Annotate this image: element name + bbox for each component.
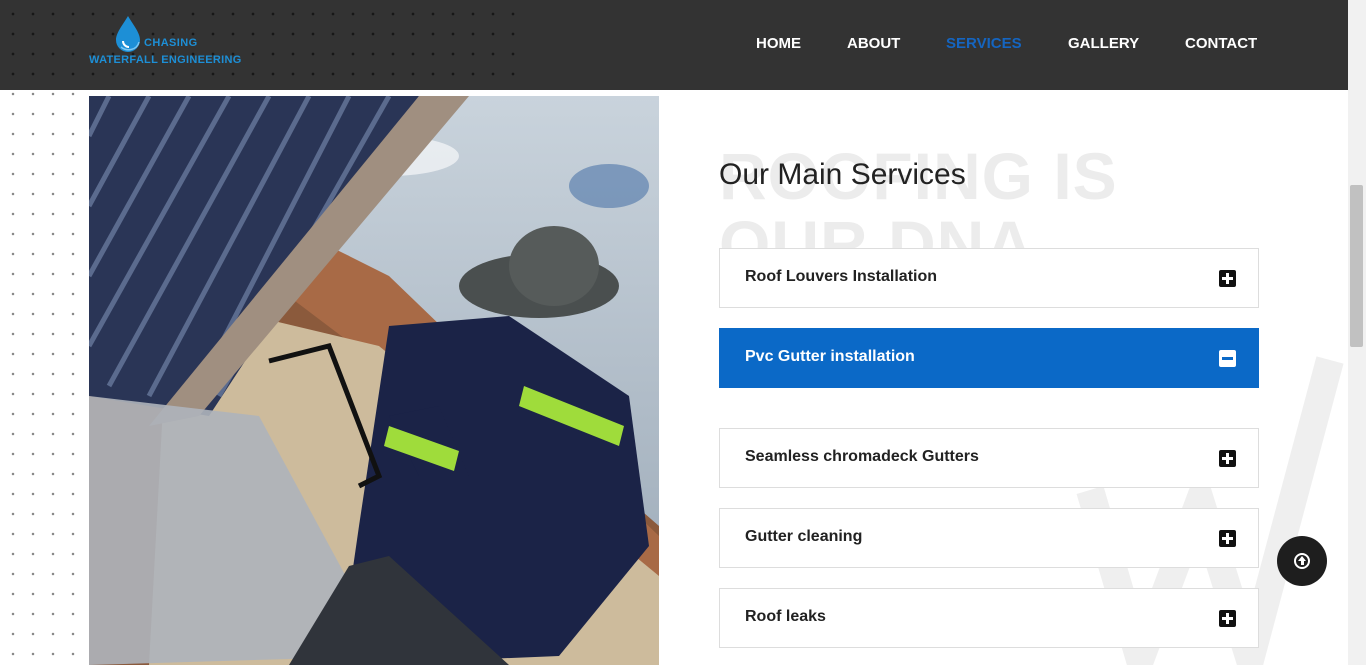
accordion-item-label: Pvc Gutter installation: [745, 348, 915, 365]
side-dot-pattern: [0, 90, 90, 665]
arrow-up-circle-icon: [1294, 553, 1310, 569]
accordion-item-label: Gutter cleaning: [745, 528, 863, 545]
nav-gallery-link[interactable]: GALLERY: [1068, 35, 1139, 52]
section-title: Our Main Services: [719, 158, 966, 191]
accordion-item-gutter-cleaning[interactable]: Gutter cleaning: [719, 508, 1259, 568]
minus-square-icon[interactable]: [1219, 350, 1236, 367]
accordion-item-label: Roof leaks: [745, 608, 826, 625]
navbar-dot-pattern: [0, 0, 520, 90]
brand-logo[interactable]: CHASING WATERFALL ENGINEERING: [89, 14, 259, 70]
top-navbar: CHASING WATERFALL ENGINEERING HOME ABOUT…: [0, 0, 1348, 90]
nav-home-link[interactable]: HOME: [756, 35, 801, 52]
accordion-item-pvc-gutter[interactable]: Pvc Gutter installation: [719, 328, 1259, 388]
page-scrollbar[interactable]: [1348, 0, 1366, 665]
plus-square-icon[interactable]: [1219, 270, 1236, 287]
brand-name-line2: WATERFALL ENGINEERING: [89, 54, 242, 66]
accordion-item-seamless-gutters[interactable]: Seamless chromadeck Gutters: [719, 428, 1259, 488]
plus-square-icon[interactable]: [1219, 530, 1236, 547]
water-drop-icon: [116, 16, 140, 52]
brand-name-line1: CHASING: [144, 37, 198, 49]
accordion-item-roof-leaks[interactable]: Roof leaks: [719, 588, 1259, 648]
accordion-item-label: Roof Louvers Installation: [745, 268, 938, 285]
nav-services-link[interactable]: SERVICES: [946, 35, 1022, 52]
accordion-item-label: Seamless chromadeck Gutters: [745, 448, 979, 465]
nav-about-link[interactable]: ABOUT: [847, 35, 900, 52]
plus-square-icon[interactable]: [1219, 450, 1236, 467]
accordion-item-roof-louvers[interactable]: Roof Louvers Installation: [719, 248, 1259, 308]
roofing-worker-photo: [89, 96, 659, 665]
nav-contact-link[interactable]: CONTACT: [1185, 35, 1257, 52]
plus-square-icon[interactable]: [1219, 610, 1236, 627]
scrollbar-thumb[interactable]: [1350, 185, 1363, 347]
scroll-to-top-button[interactable]: [1277, 536, 1327, 586]
